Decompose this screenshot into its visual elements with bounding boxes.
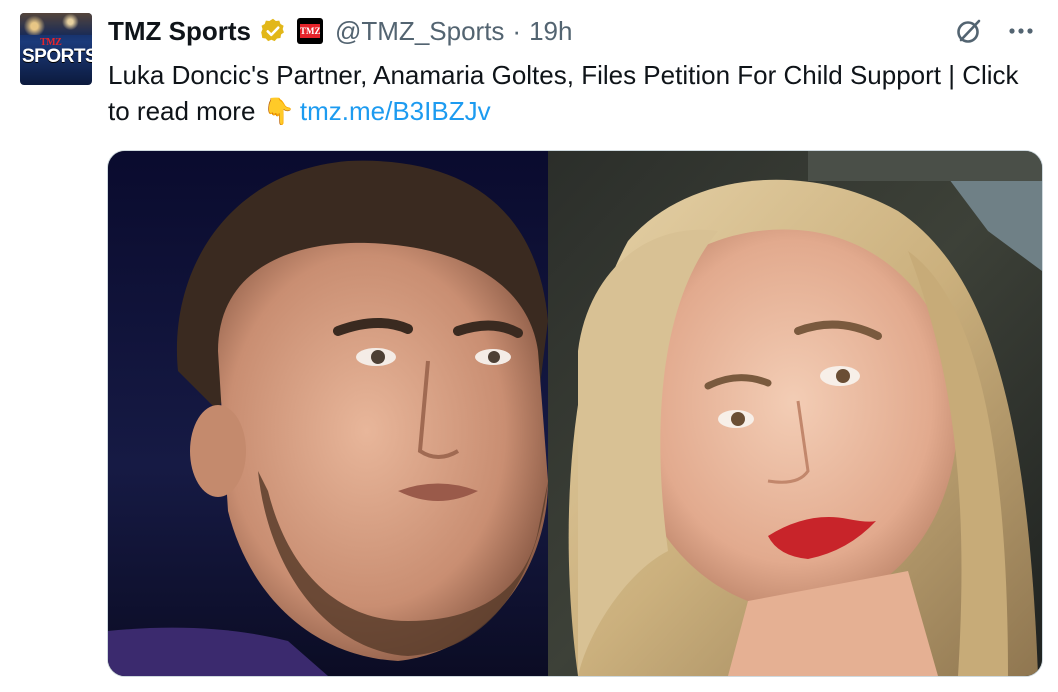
verified-badge-icon[interactable] bbox=[259, 17, 287, 45]
avatar-sports-text: SPORTS bbox=[22, 46, 92, 67]
tweet-media-image[interactable] bbox=[107, 150, 1043, 677]
affiliate-badge-text: TMZ bbox=[300, 24, 321, 38]
tweet-header: TMZ Sports TMZ @TMZ_Sports · 19h bbox=[108, 14, 572, 48]
tweet-text: Luka Doncic's Partner, Anamaria Goltes, … bbox=[108, 57, 1038, 129]
pointing-down-emoji: 👇 bbox=[262, 96, 296, 126]
user-handle[interactable]: @TMZ_Sports bbox=[335, 16, 504, 47]
media-photo-illustration bbox=[108, 151, 1042, 676]
grok-icon[interactable] bbox=[954, 16, 984, 46]
avatar-stadium-lights bbox=[20, 13, 92, 35]
avatar[interactable]: TMZ SPORTS bbox=[20, 13, 92, 85]
separator-dot: · bbox=[512, 15, 522, 46]
more-icon[interactable] bbox=[1006, 16, 1036, 46]
tweet-body: Luka Doncic's Partner, Anamaria Goltes, … bbox=[108, 60, 1019, 126]
display-name[interactable]: TMZ Sports bbox=[108, 16, 251, 47]
tweet-link[interactable]: tmz.me/B3IBZJv bbox=[300, 96, 491, 126]
timestamp[interactable]: 19h bbox=[529, 16, 572, 47]
tweet-actions bbox=[954, 14, 1036, 48]
affiliate-badge-icon[interactable]: TMZ bbox=[297, 18, 323, 44]
